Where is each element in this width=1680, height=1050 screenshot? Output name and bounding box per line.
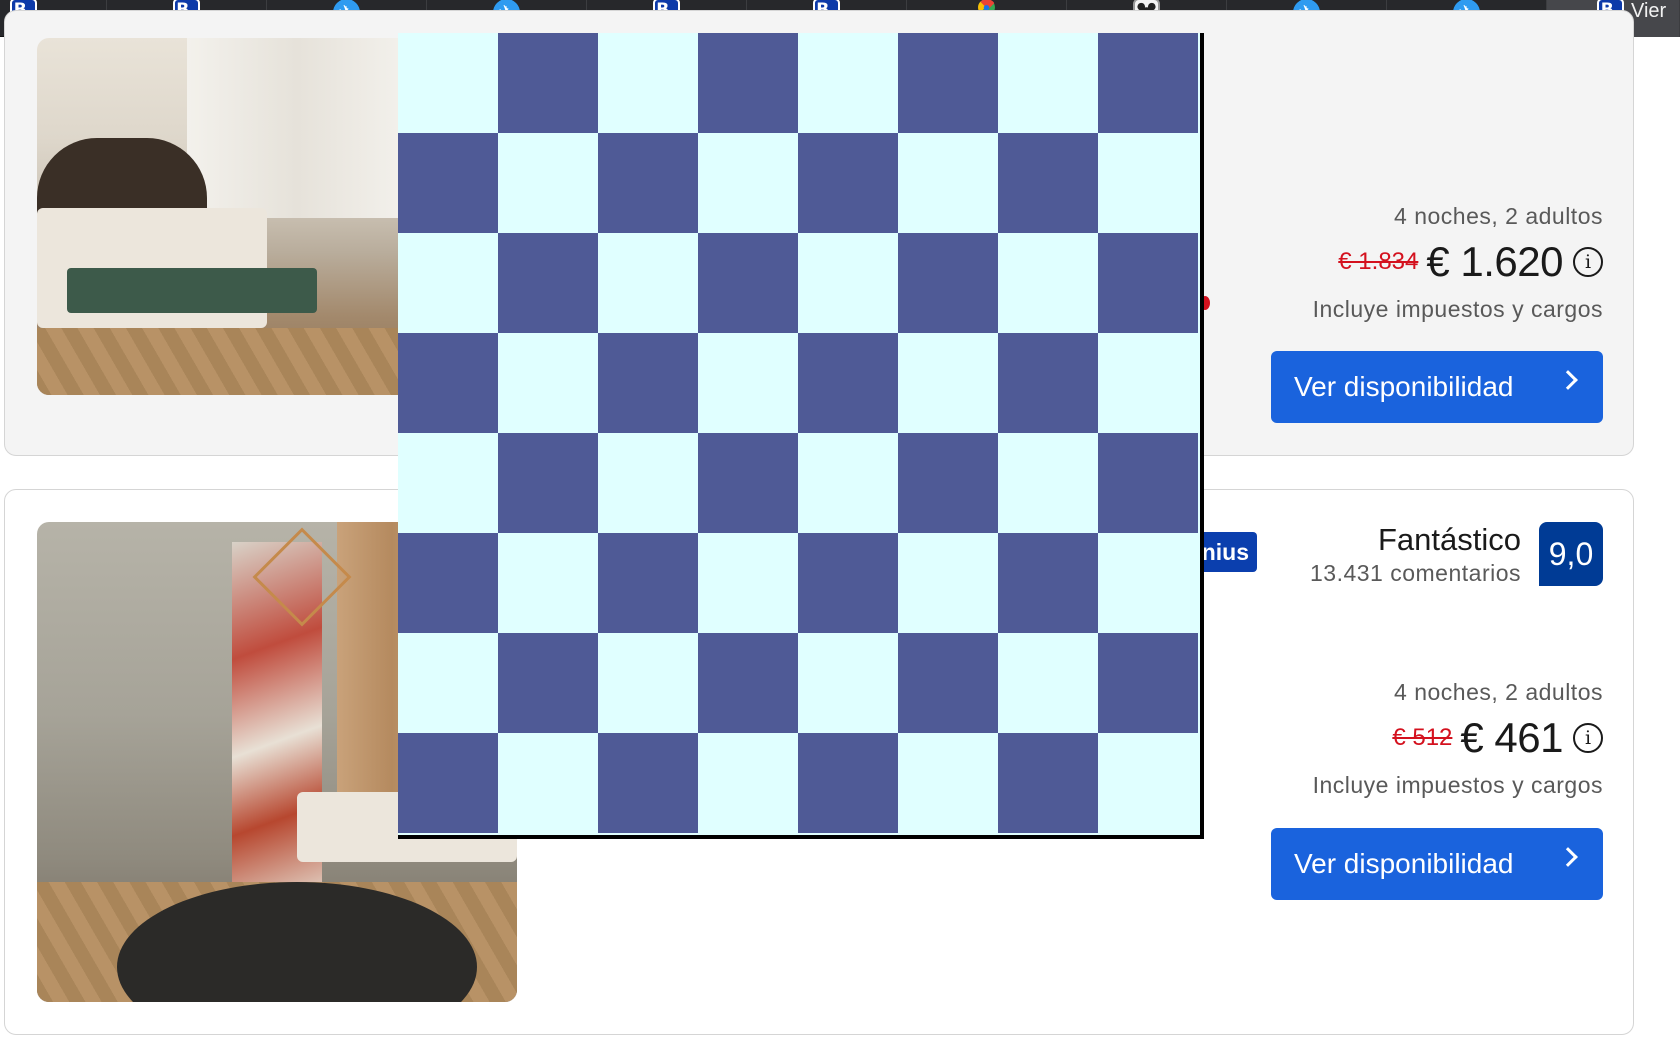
review-summary[interactable]: Fantástico 13.431 comentarios (1310, 522, 1521, 587)
checker-square (1098, 633, 1198, 733)
see-availability-label: Ver disponibilidad (1294, 848, 1514, 879)
checker-square (698, 533, 798, 633)
price-block: 4 noches, 2 adultos € 1.834 € 1.620 i In… (1313, 203, 1603, 323)
checker-square (598, 133, 698, 233)
review-score[interactable]: 9,0 (1539, 522, 1603, 586)
checker-square (698, 733, 798, 833)
checker-square (498, 733, 598, 833)
checker-square (698, 133, 798, 233)
checker-square (498, 133, 598, 233)
checker-square (798, 733, 898, 833)
checkerboard-overlay (398, 33, 1204, 839)
checker-square (1098, 533, 1198, 633)
checker-square (498, 433, 598, 533)
info-icon[interactable]: i (1573, 723, 1603, 753)
checker-square (398, 33, 498, 133)
checker-square (798, 533, 898, 633)
checker-square (1098, 133, 1198, 233)
checker-square (898, 333, 998, 433)
checker-square (498, 533, 598, 633)
checker-square (1098, 233, 1198, 333)
checker-square (798, 233, 898, 333)
checker-square (1098, 333, 1198, 433)
checker-square (498, 233, 598, 333)
checker-square (698, 633, 798, 733)
checker-square (498, 633, 598, 733)
checker-square (798, 33, 898, 133)
checker-square (998, 33, 1098, 133)
original-price: € 1.834 (1338, 248, 1419, 275)
current-price: € 1.620 (1426, 238, 1563, 285)
checker-square (698, 333, 798, 433)
checker-square (798, 633, 898, 733)
checker-square (698, 33, 798, 133)
tab-title: Vier (1631, 0, 1667, 22)
checker-square (1098, 33, 1198, 133)
stay-summary: 4 noches, 2 adultos (1394, 679, 1603, 705)
checker-square (598, 733, 698, 833)
checker-square (898, 733, 998, 833)
checker-square (398, 533, 498, 633)
info-icon[interactable]: i (1573, 247, 1603, 277)
bench-shape (67, 268, 317, 313)
see-availability-button[interactable]: Ver disponibilidad (1271, 828, 1603, 900)
checker-square (598, 233, 698, 333)
checker-square (498, 333, 598, 433)
checker-square (598, 333, 698, 433)
checker-square (398, 433, 498, 533)
checker-square (998, 633, 1098, 733)
rating-word: Fantástico (1377, 522, 1521, 557)
checker-square (998, 233, 1098, 333)
original-price: € 512 (1392, 724, 1453, 751)
chevron-right-icon (1558, 370, 1578, 390)
checker-square (398, 633, 498, 733)
chevron-right-icon (1558, 847, 1578, 867)
checker-square (598, 33, 698, 133)
checker-square (998, 433, 1098, 533)
checker-square (798, 333, 898, 433)
current-price: € 461 (1460, 714, 1563, 761)
checker-square (698, 233, 798, 333)
checker-square (898, 533, 998, 633)
checker-square (998, 733, 1098, 833)
checker-square (1098, 433, 1198, 533)
stay-summary: 4 noches, 2 adultos (1394, 203, 1603, 229)
checker-square (398, 733, 498, 833)
taxes-note: Incluye impuestos y cargos (1312, 296, 1603, 322)
checker-square (398, 133, 498, 233)
checker-square (598, 533, 698, 633)
checker-square (698, 433, 798, 533)
checker-square (598, 433, 698, 533)
checker-square (898, 233, 998, 333)
checker-square (898, 133, 998, 233)
checker-square (898, 633, 998, 733)
checker-square (898, 33, 998, 133)
checker-square (398, 333, 498, 433)
checker-square (398, 233, 498, 333)
checker-square (498, 33, 598, 133)
checker-square (998, 133, 1098, 233)
price-block: 4 noches, 2 adultos € 512 € 461 i Incluy… (1313, 679, 1603, 799)
checker-square (998, 333, 1098, 433)
curtain-shape (187, 38, 407, 218)
checker-square (798, 133, 898, 233)
checker-square (898, 433, 998, 533)
checker-square (998, 533, 1098, 633)
checker-square (798, 433, 898, 533)
taxes-note: Incluye impuestos y cargos (1312, 772, 1603, 798)
see-availability-label: Ver disponibilidad (1294, 371, 1514, 402)
see-availability-button[interactable]: Ver disponibilidad (1271, 351, 1603, 423)
checker-square (598, 633, 698, 733)
checker-square (1098, 733, 1198, 833)
review-count: 13.431 comentarios (1309, 560, 1521, 586)
